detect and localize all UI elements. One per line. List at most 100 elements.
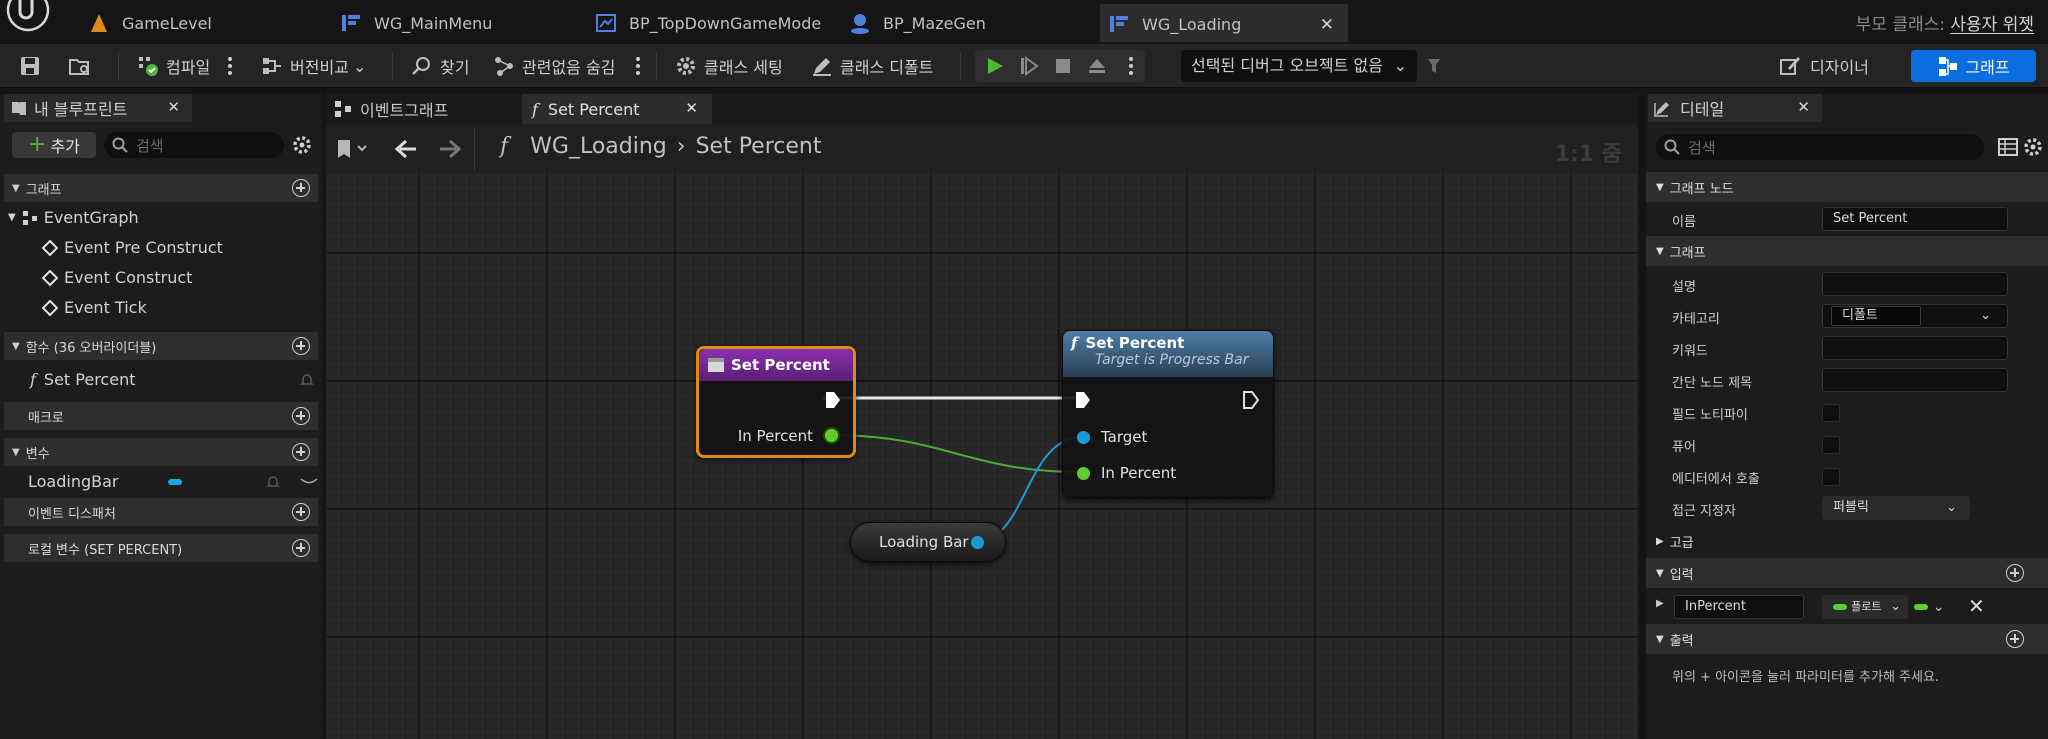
add-output-icon[interactable] [2006,630,2024,648]
close-tab-icon[interactable]: ✕ [1320,15,1334,35]
breadcrumb-blueprint[interactable]: WG_Loading [530,134,667,159]
browse-button[interactable] [68,44,98,88]
breadcrumb-function[interactable]: Set Percent [696,134,822,159]
class-defaults-button[interactable]: 클래스 디폴트 [810,44,933,88]
details-search-input[interactable]: 검색 [1656,134,1984,160]
exec-out-pin[interactable] [825,391,841,409]
section-advanced[interactable]: ▶ 고급 [1646,526,2048,556]
chevron-down-icon[interactable]: ⌄ [1980,305,1991,327]
settings-gear-icon[interactable] [2022,136,2044,158]
section-graph-node[interactable]: ▼ 그래프 노드 [1646,172,2048,202]
event-graph-item[interactable]: ▼ EventGraph [8,208,139,227]
tab-event-graph[interactable]: 이벤트그래프 [334,94,514,124]
param-name-field[interactable]: InPercent [1674,595,1804,619]
bell-icon[interactable] [266,475,280,489]
section-outputs[interactable]: ▼ 출력 [1646,624,2048,654]
event-item[interactable]: Event Construct [42,268,192,287]
tab-bp-topdowngamemode[interactable]: BP_TopDownGameMode [595,4,835,42]
loading-bar-getter-node[interactable]: Loading Bar [850,522,1006,562]
keywords-field[interactable] [1822,336,2008,360]
close-icon[interactable]: ✕ [685,99,698,117]
forward-arrow-icon[interactable] [438,138,462,160]
container-type-select[interactable]: ⌄ [1914,595,1954,619]
remove-param-icon[interactable]: ✕ [1968,594,1985,618]
compile-options-icon[interactable] [228,57,232,75]
target-pin[interactable] [1077,431,1090,444]
unreal-logo-icon[interactable] [6,0,60,44]
find-button[interactable]: 찾기 [410,44,469,88]
add-macro-icon[interactable] [292,407,310,425]
bookmark-icon[interactable] [336,138,370,160]
pure-checkbox[interactable] [1822,436,1840,454]
section-event-dispatchers[interactable]: 이벤트 디스패처 [4,498,318,526]
table-view-icon[interactable] [1998,138,2018,156]
add-graph-icon[interactable] [292,179,310,197]
debug-object-select[interactable]: 선택된 디버그 오브젝트 없음 ⌄ [1181,50,1417,82]
set-percent-call-node[interactable]: f Set Percent Target is Progress Bar Tar… [1062,330,1274,498]
debug-filter-icon[interactable] [1426,56,1446,76]
section-graph[interactable]: ▼ 그래프 [1646,236,2048,266]
graph-canvas[interactable]: Set Percent In Percent f Set Percent Tar… [326,124,1638,739]
loading-bar-out-pin[interactable] [971,536,984,549]
call-in-editor-checkbox[interactable] [1822,468,1840,486]
section-inputs[interactable]: ▼ 입력 [1646,558,2048,588]
close-icon[interactable]: ✕ [1797,98,1810,116]
eject-icon[interactable] [1087,56,1107,76]
add-button[interactable]: + 추가 [12,132,96,158]
back-arrow-icon[interactable] [394,138,418,160]
access-specifier-select[interactable]: 퍼블릭 ⌄ [1822,496,1970,520]
bell-icon[interactable] [300,373,314,387]
in-percent-in-pin[interactable] [1077,467,1090,480]
add-function-icon[interactable] [292,337,310,355]
variable-item[interactable]: LoadingBar [28,472,318,491]
category-input[interactable]: 디폴트 [1831,306,1921,326]
tab-wg-loading[interactable]: WG_Loading ✕ [1100,4,1348,42]
save-button[interactable] [18,44,48,88]
diff-button[interactable]: 버전비교 ⌄ [260,44,366,88]
play-options-icon[interactable] [1129,57,1133,75]
eye-closed-icon[interactable] [300,475,318,489]
close-icon[interactable]: ✕ [167,98,180,116]
section-local-variables[interactable]: 로컬 변수 (SET PERCENT) [4,534,318,562]
section-macros[interactable]: 매크로 [4,402,318,430]
section-functions[interactable]: ▼ 함수 (36 오버라이더블) [4,332,318,360]
expand-arrow-icon[interactable]: ▶ [1656,598,1664,609]
exec-out-pin[interactable] [1243,391,1259,409]
advance-frame-icon[interactable] [1019,56,1039,76]
tab-bp-mazegen[interactable]: BP_MazeGen [849,4,1089,42]
tab-details[interactable]: 디테일 ✕ [1648,94,1822,122]
tab-set-percent[interactable]: f Set Percent ✕ [522,94,712,124]
compile-button[interactable]: 컴파일 [136,44,210,88]
tab-gamelevel[interactable]: GameLevel [88,4,328,42]
in-percent-out-pin[interactable] [825,429,838,442]
description-field[interactable] [1822,272,2008,296]
search-input[interactable]: 검색 [104,132,284,158]
add-dispatcher-icon[interactable] [292,503,310,521]
exec-in-pin[interactable] [1075,391,1091,409]
play-icon[interactable] [985,56,1005,76]
add-input-icon[interactable] [2006,564,2024,582]
category-combo[interactable]: 디폴트 ⌄ [1822,304,2008,328]
event-item[interactable]: Event Pre Construct [42,238,223,257]
designer-mode-button[interactable]: 디자이너 [1778,50,1890,82]
settings-gear-icon[interactable] [291,134,313,156]
class-settings-button[interactable]: 클래스 세팅 [674,44,783,88]
graph-mode-button[interactable]: 그래프 [1911,50,2036,82]
function-item[interactable]: f Set Percent [30,370,316,389]
tab-my-blueprint[interactable]: 내 블루프린트 ✕ [4,94,192,122]
section-variables[interactable]: ▼ 변수 [4,438,318,466]
parent-class-link[interactable]: 사용자 위젯 [1950,15,2034,35]
add-local-variable-icon[interactable] [292,539,310,557]
name-field[interactable]: Set Percent [1822,207,2008,231]
function-entry-node[interactable]: Set Percent In Percent [696,346,856,458]
section-graphs[interactable]: ▼ 그래프 [4,174,318,202]
field-notify-checkbox[interactable] [1822,404,1840,422]
hide-unrelated-button[interactable]: 관련없음 숨김 [492,44,615,88]
find-options-icon[interactable] [636,57,640,75]
event-item[interactable]: Event Tick [42,298,147,317]
tab-wg-mainmenu[interactable]: WG_MainMenu [340,4,580,42]
add-variable-icon[interactable] [292,443,310,461]
stop-icon[interactable] [1053,56,1073,76]
compact-title-field[interactable] [1822,368,2008,392]
param-type-select[interactable]: 플로트 ⌄ [1822,595,1908,619]
